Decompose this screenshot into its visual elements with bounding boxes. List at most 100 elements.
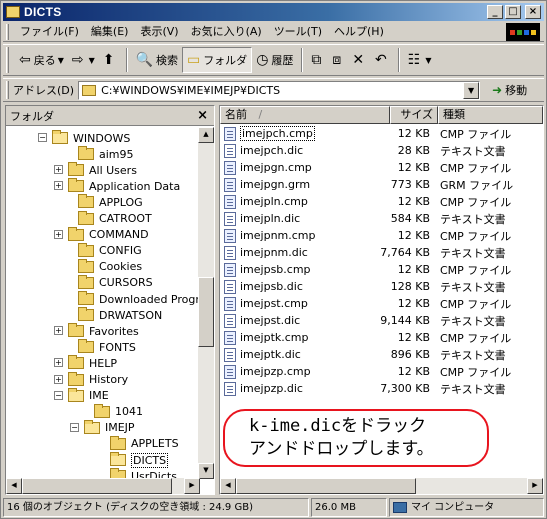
tree-item[interactable]: APPLETS: [110, 435, 179, 452]
search-button[interactable]: 🔍 検索: [132, 47, 182, 73]
scroll-left-button[interactable]: ◀: [6, 478, 22, 494]
file-row[interactable]: imejpln.cmp 12 KB CMP ファイル: [220, 193, 543, 210]
scroll-up-button[interactable]: ▲: [198, 127, 214, 143]
tree-item[interactable]: Cookies: [78, 258, 143, 275]
tree-item[interactable]: 1041: [94, 403, 143, 420]
column-name[interactable]: 名前 /: [220, 106, 390, 124]
menu-file[interactable]: ファイル(F): [14, 23, 85, 41]
file-row[interactable]: imejpsb.dic 128 KB テキスト文書: [220, 278, 543, 295]
file-row[interactable]: imejpch.cmp 12 KB CMP ファイル: [220, 125, 543, 142]
tree-item[interactable]: + Application Data: [54, 178, 180, 194]
file-row[interactable]: imejpnm.dic 7,764 KB テキスト文書: [220, 244, 543, 261]
collapse-icon[interactable]: −: [38, 133, 47, 142]
file-row[interactable]: imejpgn.grm 773 KB GRM ファイル: [220, 176, 543, 193]
scroll-down-button[interactable]: ▼: [198, 463, 214, 479]
expand-icon[interactable]: +: [54, 229, 63, 239]
views-dropdown-icon[interactable]: ▼: [425, 56, 431, 65]
address-field[interactable]: C:¥WINDOWS¥IME¥IMEJP¥DICTS ▼: [78, 80, 481, 100]
close-button[interactable]: ×: [525, 5, 541, 19]
views-button[interactable]: ☷ ▼: [404, 47, 436, 73]
tree-item[interactable]: FONTS: [78, 339, 136, 355]
column-size[interactable]: サイズ: [390, 106, 438, 124]
tree-item[interactable]: + History: [54, 371, 128, 388]
scroll-left-button[interactable]: ◀: [220, 478, 236, 494]
tree-item[interactable]: DICTS: [110, 452, 169, 468]
scroll-thumb[interactable]: [22, 478, 172, 494]
collapse-icon[interactable]: −: [70, 422, 79, 432]
file-name-cell: imejpzp.cmp: [224, 364, 311, 379]
menu-help[interactable]: ヘルプ(H): [328, 23, 390, 41]
tree-item[interactable]: + HELP: [54, 355, 117, 371]
tree-item[interactable]: CURSORS: [78, 274, 153, 291]
tree-item[interactable]: CONFIG: [78, 242, 142, 259]
go-button[interactable]: ➜ 移動: [486, 82, 533, 98]
back-button[interactable]: ⇦ 戻る ▼: [15, 47, 68, 73]
file-row[interactable]: imejpzp.dic 7,300 KB テキスト文書: [220, 380, 543, 397]
collapse-icon[interactable]: −: [54, 390, 63, 400]
file-row[interactable]: imejpln.dic 584 KB テキスト文書: [220, 210, 543, 227]
move-to-button[interactable]: ⧉: [307, 47, 328, 73]
tree-item-label: Cookies: [99, 260, 143, 274]
file-row[interactable]: imejpzp.cmp 12 KB CMP ファイル: [220, 363, 543, 380]
menu-tools[interactable]: ツール(T): [268, 23, 328, 41]
tree-item[interactable]: CATROOT: [78, 210, 152, 227]
toolbar-grip[interactable]: [6, 47, 9, 73]
tree-item-label: WINDOWS: [73, 131, 131, 145]
file-row[interactable]: imejpgn.cmp 12 KB CMP ファイル: [220, 159, 543, 176]
forward-button[interactable]: ⇨ ▼: [68, 47, 99, 73]
tree-item[interactable]: + Favorites: [54, 323, 139, 339]
file-type: GRM ファイル: [440, 178, 514, 192]
file-row[interactable]: imejpst.dic 9,144 KB テキスト文書: [220, 312, 543, 329]
copy-to-button[interactable]: ⧈: [328, 47, 348, 73]
tree-item[interactable]: + All Users: [54, 162, 137, 178]
maximize-button[interactable]: □: [505, 5, 521, 19]
tree-item[interactable]: + COMMAND: [54, 226, 149, 243]
file-list-horizontal-scrollbar[interactable]: ◀ ▶: [220, 478, 543, 494]
menu-grip[interactable]: [6, 23, 9, 40]
menu-view[interactable]: 表示(V): [134, 23, 184, 41]
file-name: imejpch.dic: [240, 144, 304, 157]
title-bar[interactable]: DICTS _ □ ×: [3, 3, 544, 21]
folders-button[interactable]: ▭ フォルダ: [181, 47, 253, 73]
folder-tree-vertical-scrollbar[interactable]: ▲ ▼: [198, 127, 214, 479]
tree-item[interactable]: − IME: [54, 387, 109, 404]
expand-icon[interactable]: +: [54, 358, 63, 368]
scroll-thumb[interactable]: [236, 478, 416, 494]
tree-item[interactable]: − WINDOWS: [38, 130, 131, 146]
expand-icon[interactable]: +: [54, 165, 63, 175]
minimize-button[interactable]: _: [487, 5, 503, 19]
delete-button[interactable]: ✕: [348, 47, 371, 73]
forward-dropdown-icon[interactable]: ▼: [89, 56, 95, 65]
menu-edit[interactable]: 編集(E): [85, 23, 135, 41]
file-row[interactable]: imejptk.cmp 12 KB CMP ファイル: [220, 329, 543, 346]
folder-tree: − WINDOWS aim95 + All Users + Application Data…: [6, 127, 200, 479]
undo-button[interactable]: ↶: [371, 47, 394, 73]
tree-item[interactable]: APPLOG: [78, 194, 143, 210]
tree-item[interactable]: aim95: [78, 146, 134, 162]
history-button[interactable]: ◷ 履歴: [252, 47, 297, 73]
folder-tree-horizontal-scrollbar[interactable]: ◀ ▶: [6, 478, 200, 494]
history-icon: ◷: [256, 52, 269, 68]
expand-icon[interactable]: +: [54, 181, 63, 191]
folders-pane-close-button[interactable]: ×: [197, 108, 208, 123]
file-row[interactable]: imejpnm.cmp 12 KB CMP ファイル: [220, 227, 543, 244]
back-dropdown-icon[interactable]: ▼: [58, 56, 64, 65]
file-row[interactable]: imejpch.dic 28 KB テキスト文書: [220, 142, 543, 159]
tree-item[interactable]: DRWATSON: [78, 307, 162, 323]
up-folder-button[interactable]: ⬆: [99, 47, 122, 73]
expand-icon[interactable]: +: [54, 374, 63, 384]
address-grip[interactable]: [6, 81, 9, 99]
scroll-thumb[interactable]: [198, 277, 214, 347]
scroll-right-button[interactable]: ▶: [184, 478, 200, 494]
file-row[interactable]: imejpsb.cmp 12 KB CMP ファイル: [220, 261, 543, 278]
column-type[interactable]: 種類: [438, 106, 543, 124]
folders-pane-header: フォルダ ×: [6, 106, 214, 126]
file-row[interactable]: imejptk.dic 896 KB テキスト文書: [220, 346, 543, 363]
tree-item[interactable]: Downloaded Progr: [78, 291, 200, 307]
expand-icon[interactable]: +: [54, 326, 63, 336]
menu-favorites[interactable]: お気に入り(A): [185, 23, 268, 41]
address-dropdown-icon[interactable]: ▼: [463, 81, 480, 99]
tree-item[interactable]: − IMEJP: [70, 419, 135, 436]
file-row[interactable]: imejpst.cmp 12 KB CMP ファイル: [220, 295, 543, 312]
scroll-right-button[interactable]: ▶: [527, 478, 543, 494]
